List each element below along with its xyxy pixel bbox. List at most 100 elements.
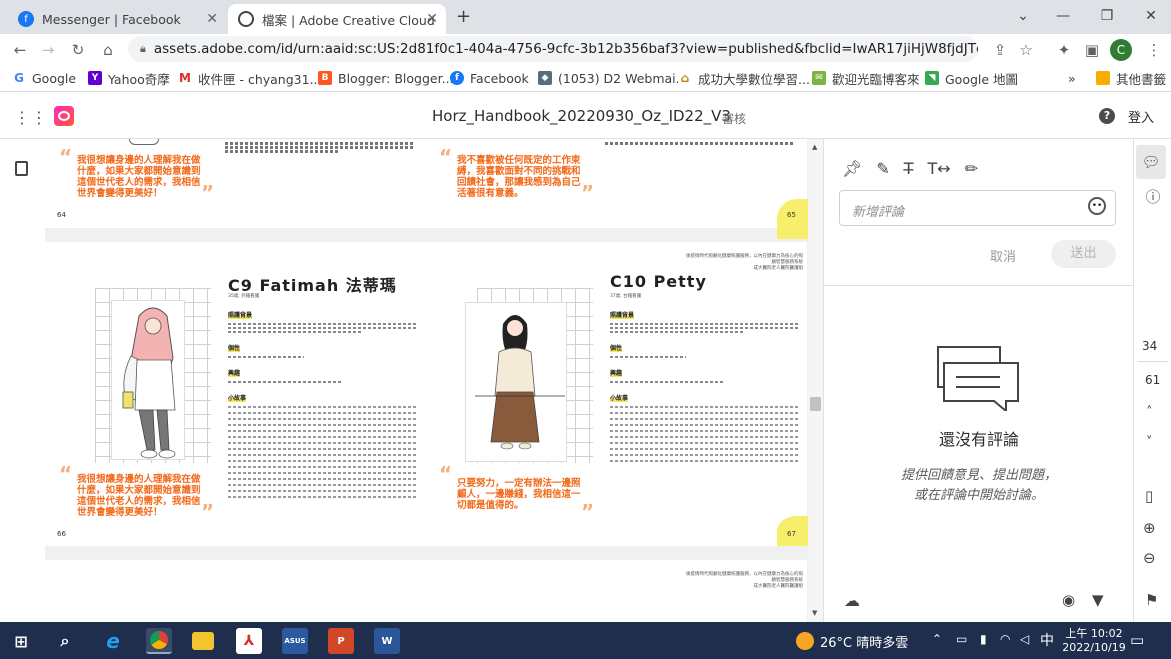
zoom-out-icon[interactable]: ⊖ [1143,549,1156,567]
bookmark-google[interactable]: G Google [12,68,76,88]
next-page-icon[interactable]: ˅ [1146,435,1153,450]
webmail-icon: ◆ [538,71,552,85]
show-hidden-icons[interactable]: ⌃ [932,632,942,646]
quote-close-icon: ” [581,181,595,205]
quote-text: 我不喜歡被任何既定的工作束縛，我喜歡面對不同的挑戰和回饋社會，那讓我感到為自己活… [457,155,581,199]
other-bookmarks[interactable]: 其他書籤 [1096,68,1166,88]
comments-panel: 📌︎ ✎ T̶ T↔ ✏︎ 新增評論 •• 取消 送出 還沒有評論 提供回饋意見… [823,139,1134,622]
address-bar[interactable]: 🔒︎ assets.adobe.com/id/urn:aaid:sc:US:2d… [128,36,978,62]
acrobat-icon[interactable]: ⅄ [236,628,262,654]
page-current[interactable]: 34 [1142,339,1157,353]
close-tab-icon[interactable]: ✕ [206,11,218,27]
cloud-icon[interactable]: ☁ [844,591,860,610]
pages-icon[interactable] [15,161,28,176]
tab-adobe[interactable]: 檔案 | Adobe Creative Cloud ✕ [228,4,446,34]
minimize-button[interactable]: — [1048,5,1078,27]
weather-text[interactable]: 26°C 晴時多雲 [820,632,908,651]
bookmark-star-icon[interactable]: ☆ [1014,38,1038,62]
text-line [228,323,418,325]
visibility-icon[interactable]: ◉ [1062,591,1075,609]
bookmarks-overflow[interactable]: » [1068,68,1076,88]
tab-search-icon[interactable]: ⌄ [1008,5,1038,27]
petty-illustration [475,315,565,450]
maximize-button[interactable]: ❐ [1092,5,1122,27]
reload-icon[interactable]: ↻ [66,38,90,62]
volume-icon[interactable]: ◁ [1020,632,1029,646]
cancel-button[interactable]: 取消 [990,246,1016,265]
close-tab-icon[interactable]: ✕ [426,11,438,27]
draw-icon[interactable]: ✏︎ [965,159,978,178]
bookmark-maps[interactable]: ◥ Google 地圖 [925,68,1018,88]
creative-cloud-logo[interactable] [54,106,74,126]
scroll-thumb[interactable] [810,397,821,411]
file-explorer-icon[interactable] [192,632,214,650]
bookmark-gmail[interactable]: M 收件匣 - chyang31... [178,68,322,88]
scroll-up-icon[interactable]: ▲ [812,143,817,151]
comment-input[interactable]: 新增評論 •• [839,190,1116,226]
info-icon[interactable]: ⓘ [1134,179,1171,213]
text-line [610,323,800,325]
battery-icon[interactable]: ▮ [980,632,987,646]
chrome-icon[interactable] [146,628,172,654]
search-icon[interactable]: ⌕ [52,628,78,654]
forward-icon[interactable]: → [36,38,60,62]
internet-explorer-icon[interactable]: e [100,628,126,654]
weather-icon[interactable] [796,632,814,650]
share-icon[interactable]: ⇪ [988,38,1012,62]
home-icon[interactable]: ⌂ [96,38,120,62]
replace-text-icon[interactable]: T↔ [928,159,951,178]
extensions-icon[interactable]: ✦ [1052,38,1076,62]
toolbar: ← → ↻ ⌂ 🔒︎ assets.adobe.com/id/urn:aaid:… [0,34,1171,64]
document-scrollbar[interactable]: ▲ ▼ [808,139,823,622]
tab-messenger[interactable]: f Messenger | Facebook ✕ [8,4,226,34]
taskbar: ⊞ ⌕ e ⅄ ASUS P W 26°C 晴時多雲 ⌃ ▭ ▮ ◠ ◁ 中 上… [0,622,1171,659]
pin-icon[interactable]: 📌︎ [842,159,862,178]
word-icon[interactable]: W [374,628,400,654]
highlight-icon[interactable]: ✎ [876,159,889,178]
notifications-icon[interactable]: ▭ [1130,631,1144,649]
quote-open-icon: “ [439,462,453,486]
gmail-icon: M [178,71,192,85]
windows-start-icon[interactable]: ⊞ [8,628,34,654]
signin-link[interactable]: 登入 [1128,107,1154,126]
document-viewer[interactable]: “ 我很想讓身邊的人理解我在做什麼，如果大家都開始意識到這個世代老人的需求，我相… [0,139,823,622]
submit-button[interactable]: 送出 [1051,240,1116,268]
back-icon[interactable]: ← [8,38,32,62]
filter-icon[interactable]: ▼ [1092,591,1104,609]
ime-indicator[interactable]: 中 [1040,630,1054,650]
new-tab-button[interactable]: + [456,6,471,27]
cc-logo-mark [58,111,70,121]
bookmark-yahoo[interactable]: Y Yahoo奇摩 [88,68,170,88]
powerpoint-icon[interactable]: P [328,628,354,654]
strikethrough-icon[interactable]: T̶ [904,159,914,178]
divider [824,285,1134,286]
illustration-fragment [129,139,159,145]
previous-page-icon[interactable]: ˄ [1146,405,1153,420]
bookmark-ncku[interactable]: ⌂ 成功大學數位學習... [678,68,810,88]
emoji-icon[interactable]: •• [1088,197,1106,215]
scroll-down-icon[interactable]: ▼ [812,609,817,617]
zoom-in-icon[interactable]: ⊕ [1143,519,1156,537]
bookmark-blogger[interactable]: B Blogger: Blogger... [318,68,454,88]
clock-date[interactable]: 2022/10/19 [1058,641,1130,654]
asus-icon[interactable]: ASUS [282,628,308,654]
clock-time[interactable]: 上午 10:02 [1062,625,1126,641]
fit-page-icon[interactable]: ▯ [1145,487,1153,505]
help-icon[interactable]: ? [1099,108,1115,124]
bookmarks-bar: G Google Y Yahoo奇摩 M 收件匣 - chyang31... B Blo… [0,64,1171,92]
menu-icon[interactable]: ⋮ [1142,38,1166,62]
bookmark-facebook[interactable]: f Facebook [450,68,529,88]
bookmark-webmail[interactable]: ◆ (1053) D2 Webmai... [538,68,688,88]
text-line [610,356,686,358]
persona-details: 照護背景 個性 興趣 小故事 [228,306,418,498]
network-icon[interactable]: ▭ [956,632,967,646]
bookmark-books[interactable]: ✉ 歡迎光臨博客來 [812,68,920,88]
side-panel-icon[interactable]: ▣ [1080,38,1104,62]
wifi-icon[interactable]: ◠ [1000,632,1010,646]
close-window-button[interactable]: ✕ [1136,5,1166,27]
comments-tab-icon[interactable]: 💬︎ [1136,145,1166,179]
section-heading: 小故事 [610,393,629,402]
facebook-icon: f [18,11,34,27]
flag-icon[interactable]: ⚑ [1145,591,1158,609]
profile-avatar[interactable]: C [1110,39,1132,61]
